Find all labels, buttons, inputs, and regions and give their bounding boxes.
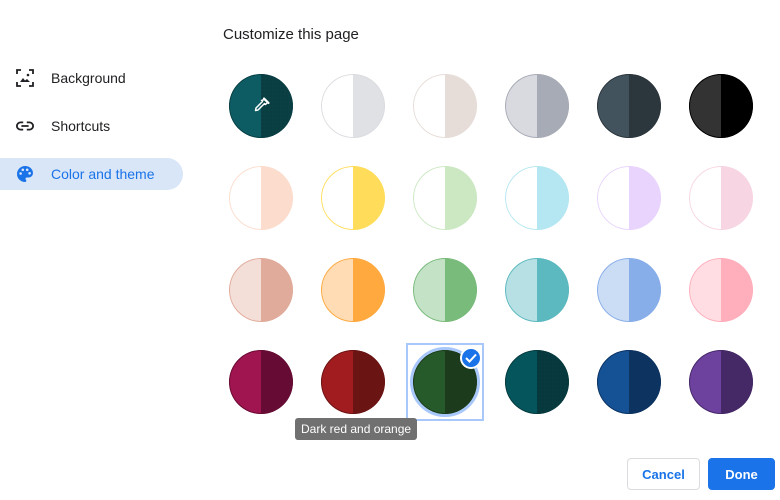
swatch-circle (413, 258, 477, 322)
swatch-border (505, 258, 569, 322)
swatch-circle (689, 166, 753, 230)
swatch-circle (229, 258, 293, 322)
swatch-circle (229, 166, 293, 230)
swatch-circle (597, 350, 661, 414)
theme-swatch-light-blue[interactable] (597, 258, 661, 322)
sidebar-item-shortcuts[interactable]: Shortcuts (0, 110, 183, 142)
theme-swatch-yellow-and-white[interactable] (321, 166, 385, 230)
tooltip: Dark red and orange (295, 418, 418, 440)
swatch-border (505, 166, 569, 230)
theme-swatch-warm-grey[interactable] (413, 74, 477, 138)
swatch-circle (321, 258, 385, 322)
customize-dialog: Background Shortcuts Color and theme Cus… (0, 0, 780, 500)
swatch-circle (229, 350, 293, 414)
swatch-border (321, 258, 385, 322)
swatch-border (229, 258, 293, 322)
swatch-border (597, 350, 661, 414)
swatch-circle (689, 258, 753, 322)
swatch-border (413, 258, 477, 322)
theme-swatch-default[interactable] (321, 74, 385, 138)
swatch-circle (597, 166, 661, 230)
swatch-border (689, 74, 753, 138)
swatch-border (229, 166, 293, 230)
theme-swatch-dark-pink-and-red[interactable] (229, 350, 293, 414)
theme-swatch-beige-and-white[interactable] (229, 166, 293, 230)
swatch-border (597, 74, 661, 138)
swatch-circle (597, 258, 661, 322)
theme-swatch-orange[interactable] (321, 258, 385, 322)
swatch-border (413, 166, 477, 230)
palette-icon (16, 165, 34, 183)
swatch-border (689, 166, 753, 230)
swatch-circle (597, 74, 661, 138)
swatch-circle (321, 166, 385, 230)
sidebar-item-color-and-theme[interactable]: Color and theme (0, 158, 183, 190)
theme-swatch-light-pink[interactable] (689, 258, 753, 322)
theme-swatch-dark-red-and-orange[interactable] (321, 350, 385, 414)
swatch-circle (321, 74, 385, 138)
sidebar-item-label: Shortcuts (51, 118, 111, 134)
swatch-border (413, 74, 477, 138)
theme-swatch-light-green[interactable] (413, 258, 477, 322)
theme-swatch-purple[interactable] (689, 350, 753, 414)
swatch-circle (689, 74, 753, 138)
swatch-border (505, 350, 569, 414)
swatch-border (321, 166, 385, 230)
theme-swatch-light-purple-and-white[interactable] (597, 166, 661, 230)
theme-swatch-light-teal-and-white[interactable] (505, 166, 569, 230)
eyedropper-icon (251, 96, 271, 116)
link-icon (16, 117, 34, 135)
theme-swatch-cool-grey[interactable] (505, 74, 569, 138)
image-icon (16, 69, 34, 87)
swatch-border (597, 258, 661, 322)
done-button[interactable]: Done (708, 458, 775, 490)
swatch-border (505, 74, 569, 138)
swatch-circle (413, 74, 477, 138)
sidebar-item-background[interactable]: Background (0, 62, 183, 94)
swatch-circle (321, 350, 385, 414)
checkmark-icon (460, 347, 482, 369)
theme-swatch-dark-green[interactable] (406, 343, 484, 421)
swatch-border (321, 350, 385, 414)
swatch-border (229, 350, 293, 414)
sidebar-item-label: Background (51, 70, 126, 86)
swatch-border (689, 350, 753, 414)
swatch-circle (413, 166, 477, 230)
swatch-circle (505, 166, 569, 230)
theme-swatch-pink-and-white[interactable] (689, 166, 753, 230)
swatch-border (321, 74, 385, 138)
theme-swatch-dark-blue[interactable] (597, 350, 661, 414)
swatch-circle (689, 350, 753, 414)
theme-swatch-green-and-white[interactable] (413, 166, 477, 230)
swatch-circle (505, 350, 569, 414)
swatch-circle (505, 258, 569, 322)
swatch-circle (505, 74, 569, 138)
swatch-border (597, 166, 661, 230)
theme-swatch-light-teal[interactable] (505, 258, 569, 322)
page-title: Customize this page (223, 26, 359, 43)
sidebar-item-label: Color and theme (51, 166, 155, 182)
sidebar-nav: Background Shortcuts Color and theme (0, 62, 200, 206)
theme-swatch-custom-color[interactable] (229, 74, 293, 138)
theme-swatch-dark-teal[interactable] (505, 350, 569, 414)
swatch-border (689, 258, 753, 322)
theme-swatch-beige[interactable] (229, 258, 293, 322)
theme-swatch-midnight-blue[interactable] (597, 74, 661, 138)
cancel-button[interactable]: Cancel (627, 458, 700, 490)
theme-swatch-black[interactable] (689, 74, 753, 138)
